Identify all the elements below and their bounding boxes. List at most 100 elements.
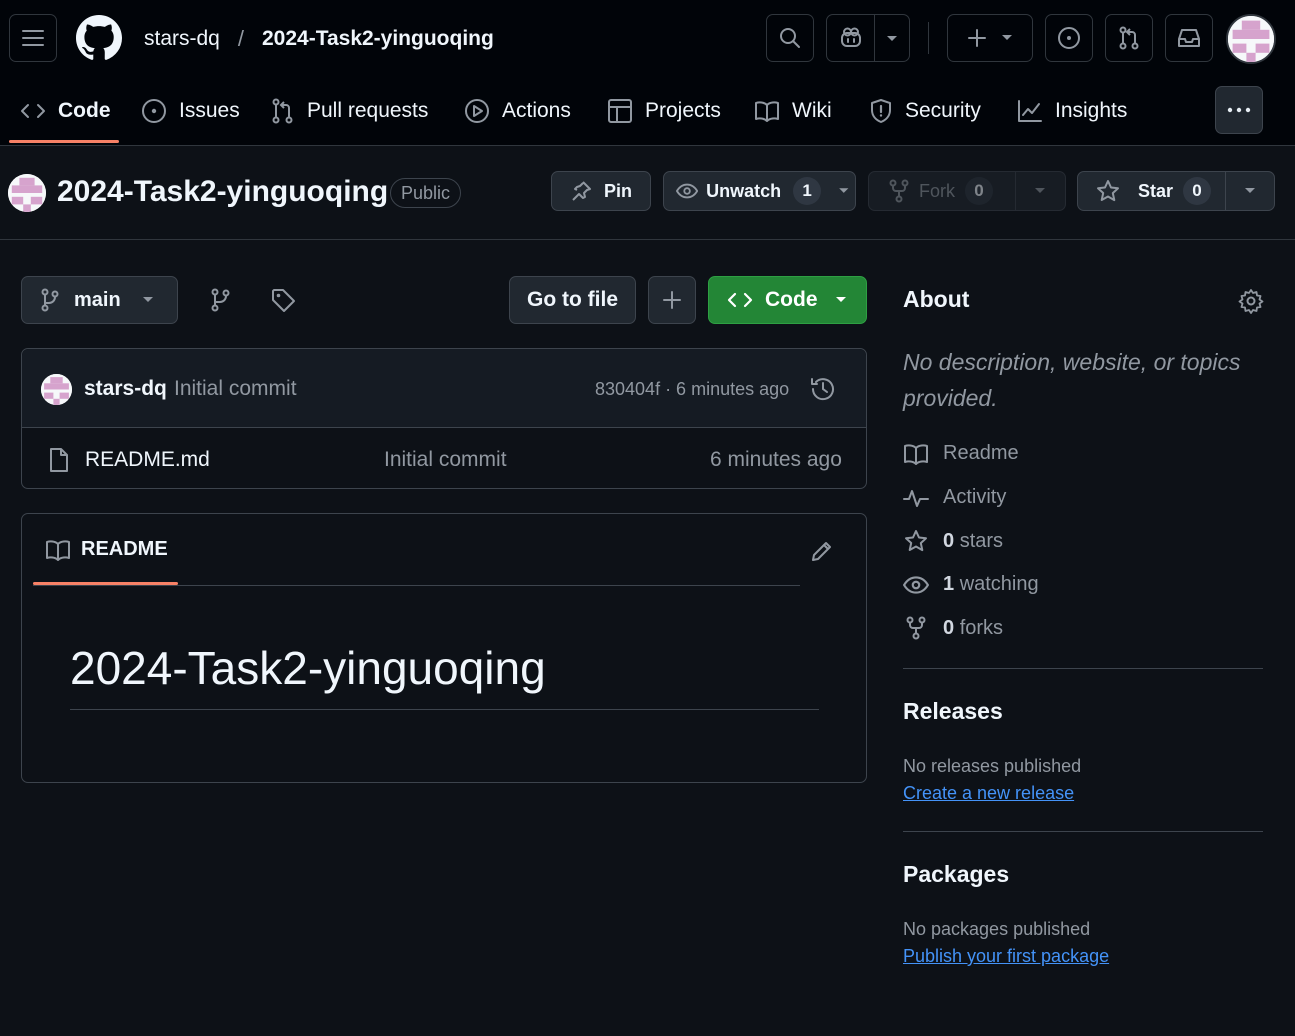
inbox-icon bbox=[1178, 29, 1200, 47]
play-icon bbox=[465, 99, 489, 123]
file-commit-message[interactable]: Initial commit bbox=[384, 448, 507, 472]
repo-link[interactable]: 2024-Task2-yinguoqing bbox=[262, 27, 494, 51]
readme-link[interactable]: Readme bbox=[903, 442, 1019, 465]
code-icon bbox=[21, 104, 45, 118]
tab-insights[interactable]: Insights bbox=[1017, 86, 1127, 136]
watch-count: 1 bbox=[793, 177, 822, 205]
tab-projects[interactable]: Projects bbox=[607, 86, 721, 136]
tab-pull-requests[interactable]: Pull requests bbox=[271, 86, 428, 136]
readme-box: README 2024-Task2-yinguoqing bbox=[21, 513, 867, 783]
global-header: stars-dq / 2024-Task2-yinguoqing Code Is… bbox=[0, 0, 1295, 146]
chevron-down-icon bbox=[1002, 35, 1012, 40]
issue-icon bbox=[142, 99, 166, 123]
fork-button[interactable]: Fork 0 bbox=[868, 171, 1066, 211]
commit-author-avatar[interactable] bbox=[41, 374, 72, 405]
code-icon bbox=[727, 292, 753, 308]
forks-link[interactable]: 0 forks bbox=[903, 616, 1003, 640]
packages-title[interactable]: Packages bbox=[903, 861, 1009, 888]
search-button[interactable] bbox=[766, 14, 814, 62]
edit-readme-icon[interactable] bbox=[810, 539, 834, 563]
fork-count: 0 bbox=[965, 177, 993, 205]
star-count: 0 bbox=[1183, 177, 1212, 205]
tab-security-label: Security bbox=[905, 99, 981, 122]
code-button-label: Code bbox=[765, 288, 818, 311]
fork-icon bbox=[889, 179, 909, 203]
pin-icon bbox=[572, 181, 591, 201]
history-icon[interactable] bbox=[809, 375, 837, 403]
pin-button[interactable]: Pin bbox=[551, 171, 651, 211]
issue-icon bbox=[1058, 27, 1080, 49]
watching-label: watching bbox=[959, 573, 1039, 595]
create-release-link[interactable]: Create a new release bbox=[903, 783, 1074, 804]
about-description: No description, website, or topics provi… bbox=[903, 349, 1241, 411]
owner-link[interactable]: stars-dq bbox=[144, 27, 220, 51]
book-icon bbox=[46, 539, 70, 561]
branches-icon[interactable] bbox=[210, 288, 232, 312]
chevron-down-icon bbox=[835, 297, 846, 302]
chevron-down-icon[interactable] bbox=[875, 33, 909, 43]
book-icon bbox=[755, 101, 779, 122]
tab-wiki-label: Wiki bbox=[792, 99, 832, 122]
chevron-down-icon bbox=[839, 188, 849, 193]
graph-icon bbox=[1018, 100, 1042, 122]
issues-button[interactable] bbox=[1045, 14, 1093, 62]
eye-icon bbox=[903, 575, 929, 594]
code-dropdown-button[interactable]: Code bbox=[708, 276, 867, 324]
tab-code[interactable]: Code bbox=[20, 86, 111, 136]
pull-requests-button[interactable] bbox=[1105, 14, 1153, 62]
file-name[interactable]: README.md bbox=[85, 448, 210, 472]
repo-header-divider bbox=[0, 239, 1295, 240]
tab-projects-label: Projects bbox=[645, 99, 721, 122]
forks-count: 0 bbox=[943, 616, 955, 639]
about-settings-icon[interactable] bbox=[1238, 288, 1264, 314]
inbox-button[interactable] bbox=[1165, 14, 1213, 62]
stars-link[interactable]: 0 stars bbox=[903, 529, 1003, 553]
copilot-button[interactable] bbox=[826, 14, 910, 62]
sidebar-divider bbox=[903, 831, 1263, 832]
user-avatar[interactable] bbox=[1226, 14, 1276, 64]
stars-label: stars bbox=[959, 529, 1004, 552]
commit-sha-time[interactable]: 830404f · 6 minutes ago bbox=[595, 379, 789, 400]
chevron-down-icon[interactable] bbox=[1029, 187, 1057, 195]
tab-pull-requests-label: Pull requests bbox=[307, 99, 429, 122]
star-icon bbox=[905, 530, 927, 552]
more-tabs-button[interactable] bbox=[1215, 86, 1263, 134]
watching-link[interactable]: 1 watching bbox=[903, 573, 1039, 596]
activity-link[interactable]: Activity bbox=[903, 486, 1006, 509]
repo-name[interactable]: 2024-Task2-yinguoqing bbox=[57, 175, 388, 209]
stars-count: 0 bbox=[943, 529, 955, 552]
selected-tab-underline bbox=[9, 140, 119, 143]
tag-icon[interactable] bbox=[271, 288, 297, 314]
tab-wiki[interactable]: Wiki bbox=[754, 86, 832, 136]
star-button[interactable]: Star 0 bbox=[1077, 171, 1275, 211]
readme-link-label: Readme bbox=[943, 442, 1019, 464]
add-file-button[interactable] bbox=[648, 276, 696, 324]
menu-button[interactable] bbox=[9, 14, 57, 62]
breadcrumb-separator: / bbox=[237, 26, 244, 51]
forks-label: forks bbox=[959, 616, 1004, 639]
plus-icon bbox=[663, 291, 681, 309]
file-row[interactable]: README.md Initial commit 6 minutes ago bbox=[22, 429, 866, 489]
commit-message[interactable]: Initial commit bbox=[174, 377, 297, 401]
header-divider bbox=[928, 22, 929, 54]
plus-icon bbox=[968, 29, 986, 47]
branch-select[interactable]: main bbox=[21, 276, 178, 324]
sidebar-divider bbox=[903, 668, 1263, 669]
create-new-button[interactable] bbox=[947, 14, 1033, 62]
readme-tab[interactable]: README bbox=[45, 538, 168, 561]
pulse-icon bbox=[903, 489, 929, 507]
tab-security[interactable]: Security bbox=[869, 86, 981, 136]
fork-label: Fork bbox=[919, 180, 955, 201]
chevron-down-icon[interactable] bbox=[1236, 187, 1264, 195]
github-logo-icon[interactable] bbox=[76, 15, 122, 61]
go-to-file-button[interactable]: Go to file bbox=[509, 276, 636, 324]
about-title: About bbox=[903, 286, 970, 312]
tab-actions[interactable]: Actions bbox=[464, 86, 571, 136]
tab-issues[interactable]: Issues bbox=[141, 86, 240, 136]
unwatch-button[interactable]: Unwatch 1 bbox=[663, 171, 856, 211]
publish-package-link[interactable]: Publish your first package bbox=[903, 946, 1109, 967]
shield-icon bbox=[871, 99, 891, 123]
releases-title[interactable]: Releases bbox=[903, 698, 1003, 725]
commit-author[interactable]: stars-dq bbox=[84, 377, 167, 401]
pin-label: Pin bbox=[603, 180, 632, 201]
